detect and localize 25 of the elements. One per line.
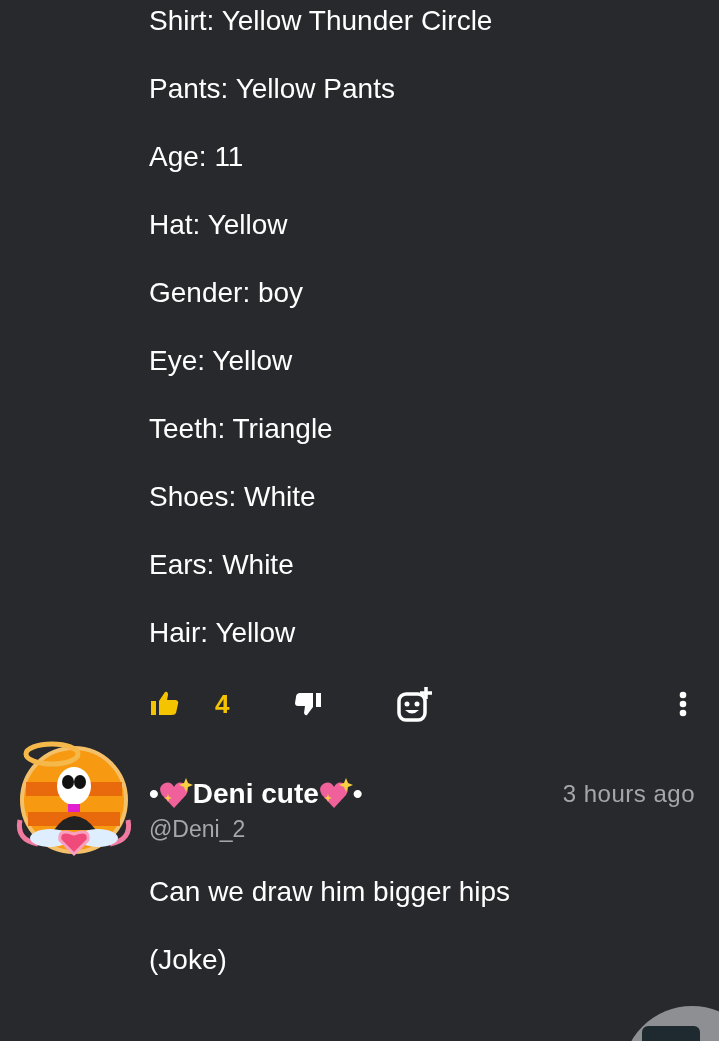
post-text: Teeth: Triangle [149,412,334,446]
dislike-button[interactable] [295,691,322,717]
name-ornament: • [352,778,363,810]
comment-time: 3 hours ago [562,780,695,808]
comment-text: (Joke) [149,943,228,977]
sparkling-heart-icon [318,778,353,810]
comment-text: Can we draw him bigger hips [149,875,512,909]
user-handle[interactable]: @Deni_2 [149,816,695,843]
like-button[interactable] [151,691,179,717]
post-text: Hat: Yellow [149,208,289,242]
sparkling-heart-icon [158,778,193,810]
like-count: 4 [215,688,230,720]
more-options-button[interactable] [679,691,687,717]
post-text: Hair: Yellow [149,616,297,650]
avatar-drawing[interactable] [14,740,134,858]
user-name[interactable]: Deni cute [192,778,319,810]
add-sticker-button[interactable] [397,686,434,722]
post-text: Pants: Yellow Pants [149,72,396,106]
post-text: Shirt: Yellow Thunder Circle [149,4,494,38]
name-ornament: • [149,778,159,810]
post-text: Shoes: White [149,480,317,514]
post-text: Gender: boy [149,276,305,310]
post-text: Eye: Yellow [149,344,294,378]
post-text: Age: 11 [149,140,245,174]
post-text: Ears: White [149,548,295,582]
